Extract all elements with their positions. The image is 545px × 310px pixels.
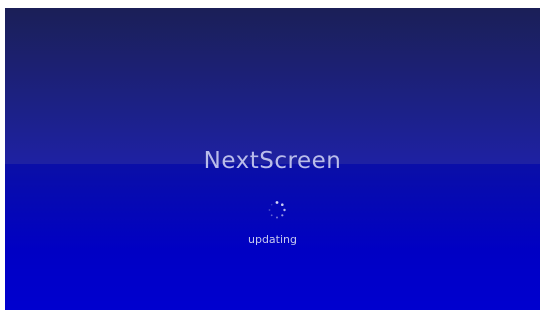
splash-screen: NextScreen updating	[5, 8, 540, 310]
app-title: NextScreen	[203, 148, 342, 174]
status-text: updating	[247, 233, 297, 246]
loading-spinner-icon	[268, 201, 286, 219]
background-upper-panel	[5, 8, 540, 164]
